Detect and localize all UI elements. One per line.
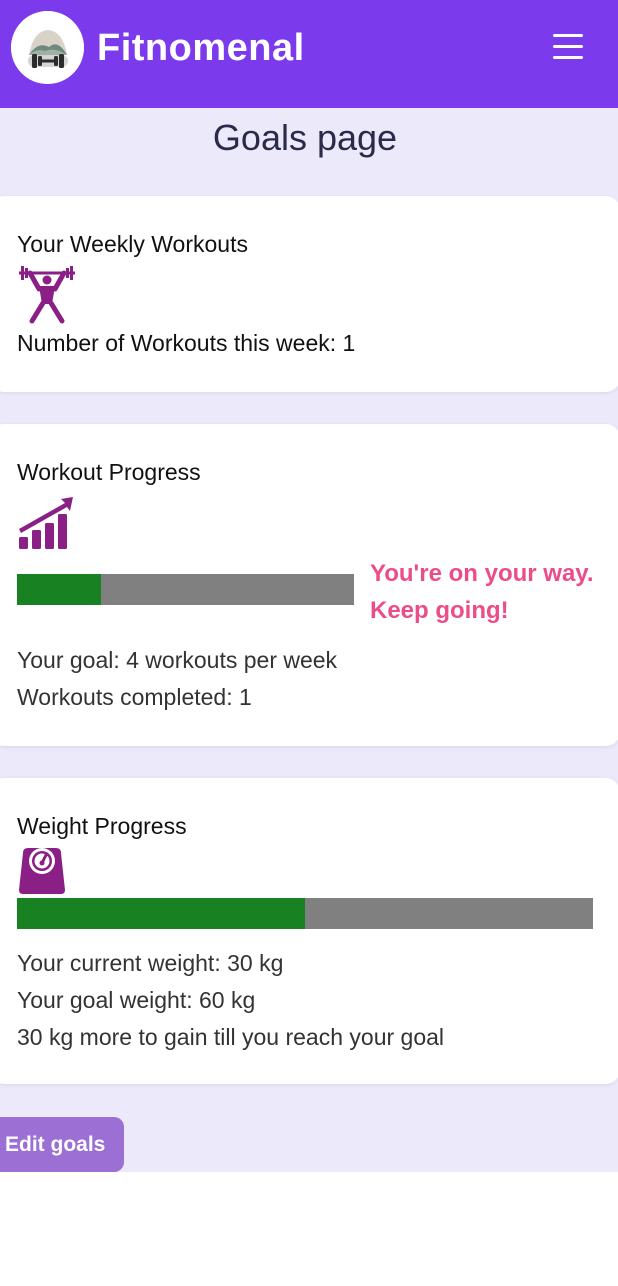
weight-remaining-text: 30 kg more to gain till you reach your g… — [17, 1024, 445, 1050]
app-header: Fitnomenal — [0, 0, 618, 108]
weight-progress-bar — [17, 898, 593, 929]
encouragement-message: You're on your way. Keep going! — [370, 560, 594, 624]
workouts-completed-text: Workouts completed: 1 — [17, 684, 252, 710]
edit-goals-button[interactable]: Edit goals — [0, 1117, 124, 1172]
workout-progress-title: Workout Progress — [17, 459, 201, 485]
weightlifter-icon — [17, 264, 77, 329]
growth-chart-icon — [17, 495, 77, 556]
weight-progress-title: Weight Progress — [17, 813, 187, 839]
workout-goal-text: Your goal: 4 workouts per week — [17, 647, 338, 673]
weekly-workouts-title: Your Weekly Workouts — [17, 231, 248, 257]
weekly-workouts-card — [0, 196, 618, 392]
weight-progress-fill — [17, 898, 305, 929]
current-weight-text: Your current weight: 30 kg — [17, 950, 284, 976]
workout-progress-bar — [17, 574, 354, 605]
page-title: Goals page — [212, 117, 398, 158]
workout-progress-fill — [17, 574, 102, 605]
dumbbell-logo-icon[interactable] — [11, 11, 84, 84]
app-brand-title[interactable]: Fitnomenal — [97, 24, 305, 72]
hamburger-menu-icon[interactable] — [548, 30, 588, 64]
weighing-scale-icon — [17, 845, 67, 900]
goal-weight-text: Your goal weight: 60 kg — [17, 987, 256, 1013]
weekly-workout-count: Number of Workouts this week: 1 — [17, 330, 356, 356]
